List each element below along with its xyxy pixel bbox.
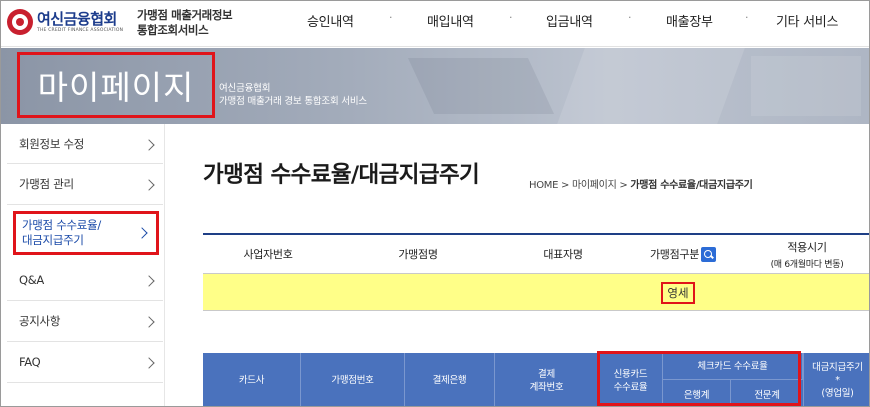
- col-merchant-name: 가맹점명: [398, 248, 438, 261]
- nav-approval[interactable]: 승인내역: [307, 11, 354, 30]
- site-title: 가맹점 매출거래정보 통합조회서비스: [137, 8, 233, 37]
- page-banner: 마이페이지 여신금융협회 가맹점 매출거래 경보 통합조회 서비스: [1, 48, 869, 124]
- chevron-right-icon: [143, 274, 155, 287]
- chevron-right-icon: [143, 356, 155, 369]
- col-apply-period: 적용시기 (매 6개월마다 변동): [770, 240, 844, 270]
- merchant-info-table: 사업자번호 가맹점명 대표자명 가맹점구분 적용시기 (매 6개월마다 변동) …: [203, 233, 869, 311]
- sidebar-item-edit-member[interactable]: 회원정보 수정: [7, 126, 163, 164]
- col-settlement-bank: 결제은행: [405, 353, 495, 406]
- page-frame: 여신금융협회 THE CREDIT FINANCE ASSOCIATION 가맹…: [0, 0, 870, 407]
- chevron-right-icon: [136, 227, 148, 239]
- col-settlement-account: 결제 계좌번호: [495, 353, 599, 406]
- table-row: 영세: [203, 273, 869, 311]
- breadcrumb-current: 가맹점 수수료율/대금지급주기: [630, 180, 753, 191]
- chevron-right-icon: [143, 315, 155, 328]
- page-title: 가맹점 수수료율/대금지급주기: [203, 162, 480, 188]
- banner-title: 마이페이지: [17, 52, 215, 118]
- col-merchant-type: 가맹점구분: [623, 235, 743, 273]
- logo-text: 여신금융협회: [37, 10, 117, 28]
- nav-deposit[interactable]: 입금내역: [546, 11, 593, 30]
- nav-other-services[interactable]: 기타 서비스: [776, 11, 838, 30]
- main-nav: 승인내역 · 매입내역 · 입금내역 · 매출장부 · 기타 서비스: [307, 11, 839, 30]
- banner-subtitle: 여신금융협회 가맹점 매출거래 경보 통합조회 서비스: [219, 83, 367, 107]
- breadcrumb: HOME > 마이페이지 > 가맹점 수수료율/대금지급주기: [529, 180, 753, 191]
- breadcrumb-home[interactable]: HOME: [529, 180, 558, 191]
- logo-subtext: THE CREDIT FINANCE ASSOCIATION: [37, 28, 124, 33]
- search-icon[interactable]: [701, 246, 717, 262]
- col-card-company: 카드사: [203, 353, 301, 406]
- merchant-type-value[interactable]: 영세: [661, 282, 695, 304]
- col-representative: 대표자명: [543, 248, 583, 261]
- nav-sales-ledger[interactable]: 매출장부: [666, 11, 713, 30]
- nav-purchase[interactable]: 매입내역: [427, 11, 474, 30]
- fee-columns-highlight: [597, 351, 801, 406]
- sidebar-item-notice[interactable]: 공지사항: [7, 302, 163, 342]
- col-business-number: 사업자번호: [243, 248, 293, 261]
- top-header: 여신금융협회 THE CREDIT FINANCE ASSOCIATION 가맹…: [1, 1, 869, 47]
- site-logo[interactable]: 여신금융협회 THE CREDIT FINANCE ASSOCIATION: [7, 7, 131, 37]
- col-payment-cycle: 대금지급주기 * (영업일): [803, 353, 869, 406]
- sidebar-item-faq[interactable]: FAQ: [7, 343, 163, 383]
- sidebar-item-merchant-manage[interactable]: 가맹점 관리: [7, 165, 163, 205]
- chevron-right-icon: [143, 138, 155, 151]
- logo-mark-icon: [7, 9, 33, 35]
- chevron-right-icon: [143, 178, 155, 191]
- sidebar-item-qna[interactable]: Q&A: [7, 261, 163, 301]
- sidebar-item-fee-rate[interactable]: 가맹점 수수료율/ 대금지급주기: [13, 211, 159, 255]
- sidebar: 회원정보 수정 가맹점 관리 가맹점 수수료율/ 대금지급주기 Q&A 공지사항…: [1, 124, 165, 406]
- breadcrumb-mypage[interactable]: 마이페이지: [572, 180, 617, 191]
- col-merchant-number: 가맹점번호: [301, 353, 405, 406]
